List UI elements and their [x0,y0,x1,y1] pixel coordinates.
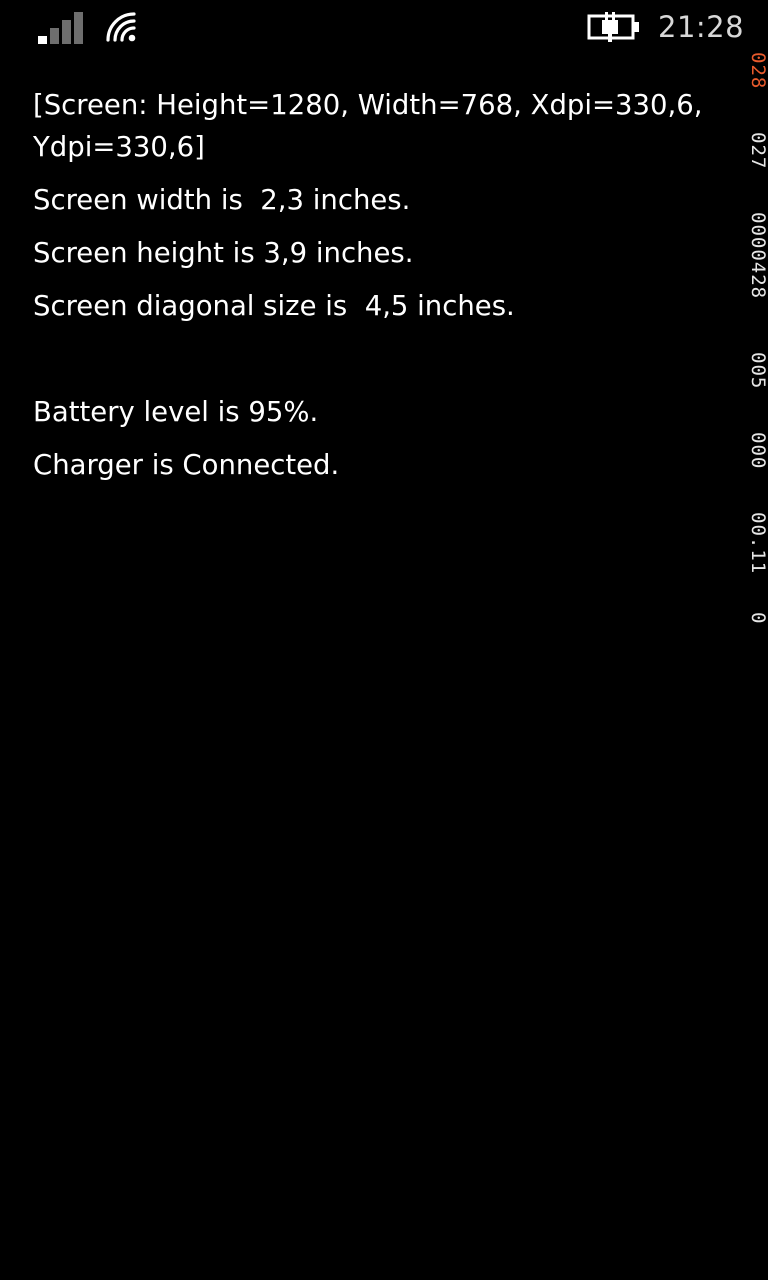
debug-counter: 027 [747,132,768,170]
charger-status-text: Charger is Connected. [33,449,340,481]
debug-counter: 028 [747,52,768,90]
battery-level-text: Battery level is 95%. [33,396,319,428]
screen-diagonal-text: Screen diagonal size is 4,5 inches. [33,290,515,322]
screen-height-text: Screen height is 3,9 inches. [33,237,414,269]
status-clock: 21:28 [658,10,745,44]
debug-counter: 005 [747,352,768,390]
screen-info-text: [Screen: Height=1280, Width=768, Xdpi=33… [33,89,712,163]
debug-counter: 0000428 [747,212,768,300]
debug-counter: 00.11 [747,512,768,575]
status-bar: 21:28 [0,0,768,56]
debug-counter-strip: 028 027 0000428 005 000 00.11 0 [747,52,768,652]
cellular-signal-icon [38,12,83,44]
battery-charging-icon [587,12,639,42]
debug-counter: 000 [747,432,768,470]
debug-counter: 0 [747,612,768,625]
screen-width-text: Screen width is 2,3 inches. [33,184,411,216]
device-info-panel: [Screen: Height=1280, Width=768, Xdpi=33… [33,84,713,486]
wifi-icon [106,12,136,42]
